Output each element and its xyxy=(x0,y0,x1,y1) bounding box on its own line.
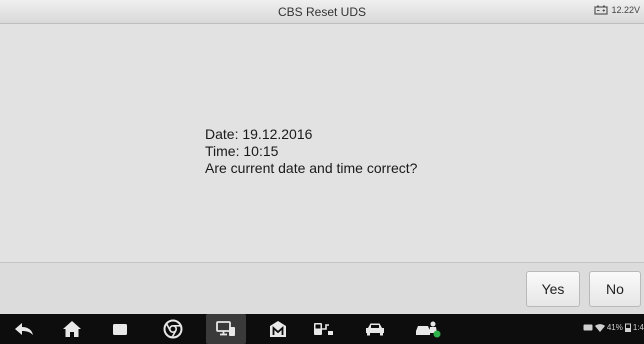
message-icon xyxy=(583,324,593,332)
battery-icon xyxy=(624,323,631,332)
confirmation-message: Date: 19.12.2016 Time: 10:15 Are current… xyxy=(205,126,417,177)
yes-button[interactable]: Yes xyxy=(526,271,580,307)
maxifix-icon[interactable] xyxy=(258,314,298,344)
remote-desktop-icon[interactable] xyxy=(206,314,246,344)
title-bar: CBS Reset UDS 12.22V xyxy=(0,0,644,24)
system-navigation-bar: 41% 1:4 xyxy=(0,314,644,344)
vehicle-voltage-indicator: 12.22V xyxy=(594,5,640,15)
no-button[interactable]: No xyxy=(589,271,641,307)
chrome-icon[interactable] xyxy=(153,314,193,344)
page-title: CBS Reset UDS xyxy=(277,5,367,19)
home-icon[interactable] xyxy=(52,314,92,344)
car-icon[interactable] xyxy=(355,314,395,344)
service-icon[interactable] xyxy=(408,314,448,344)
time-line: Time: 10:15 xyxy=(205,143,279,159)
wifi-icon xyxy=(594,323,605,332)
car-battery-icon xyxy=(594,5,609,15)
recent-apps-icon[interactable] xyxy=(100,314,140,344)
status-tray: 41% 1:4 xyxy=(583,323,644,332)
clock: 1:4 xyxy=(632,323,644,332)
back-icon[interactable] xyxy=(4,314,44,344)
diagnostics-icon[interactable] xyxy=(303,314,343,344)
voltage-readout: 12.22V xyxy=(611,5,640,15)
dialog-area: Date: 19.12.2016 Time: 10:15 Are current… xyxy=(0,24,644,262)
question-line: Are current date and time correct? xyxy=(205,160,418,176)
date-line: Date: 19.12.2016 xyxy=(205,126,313,142)
battery-percent: 41% xyxy=(606,323,623,332)
button-bar: Yes No xyxy=(0,262,644,314)
